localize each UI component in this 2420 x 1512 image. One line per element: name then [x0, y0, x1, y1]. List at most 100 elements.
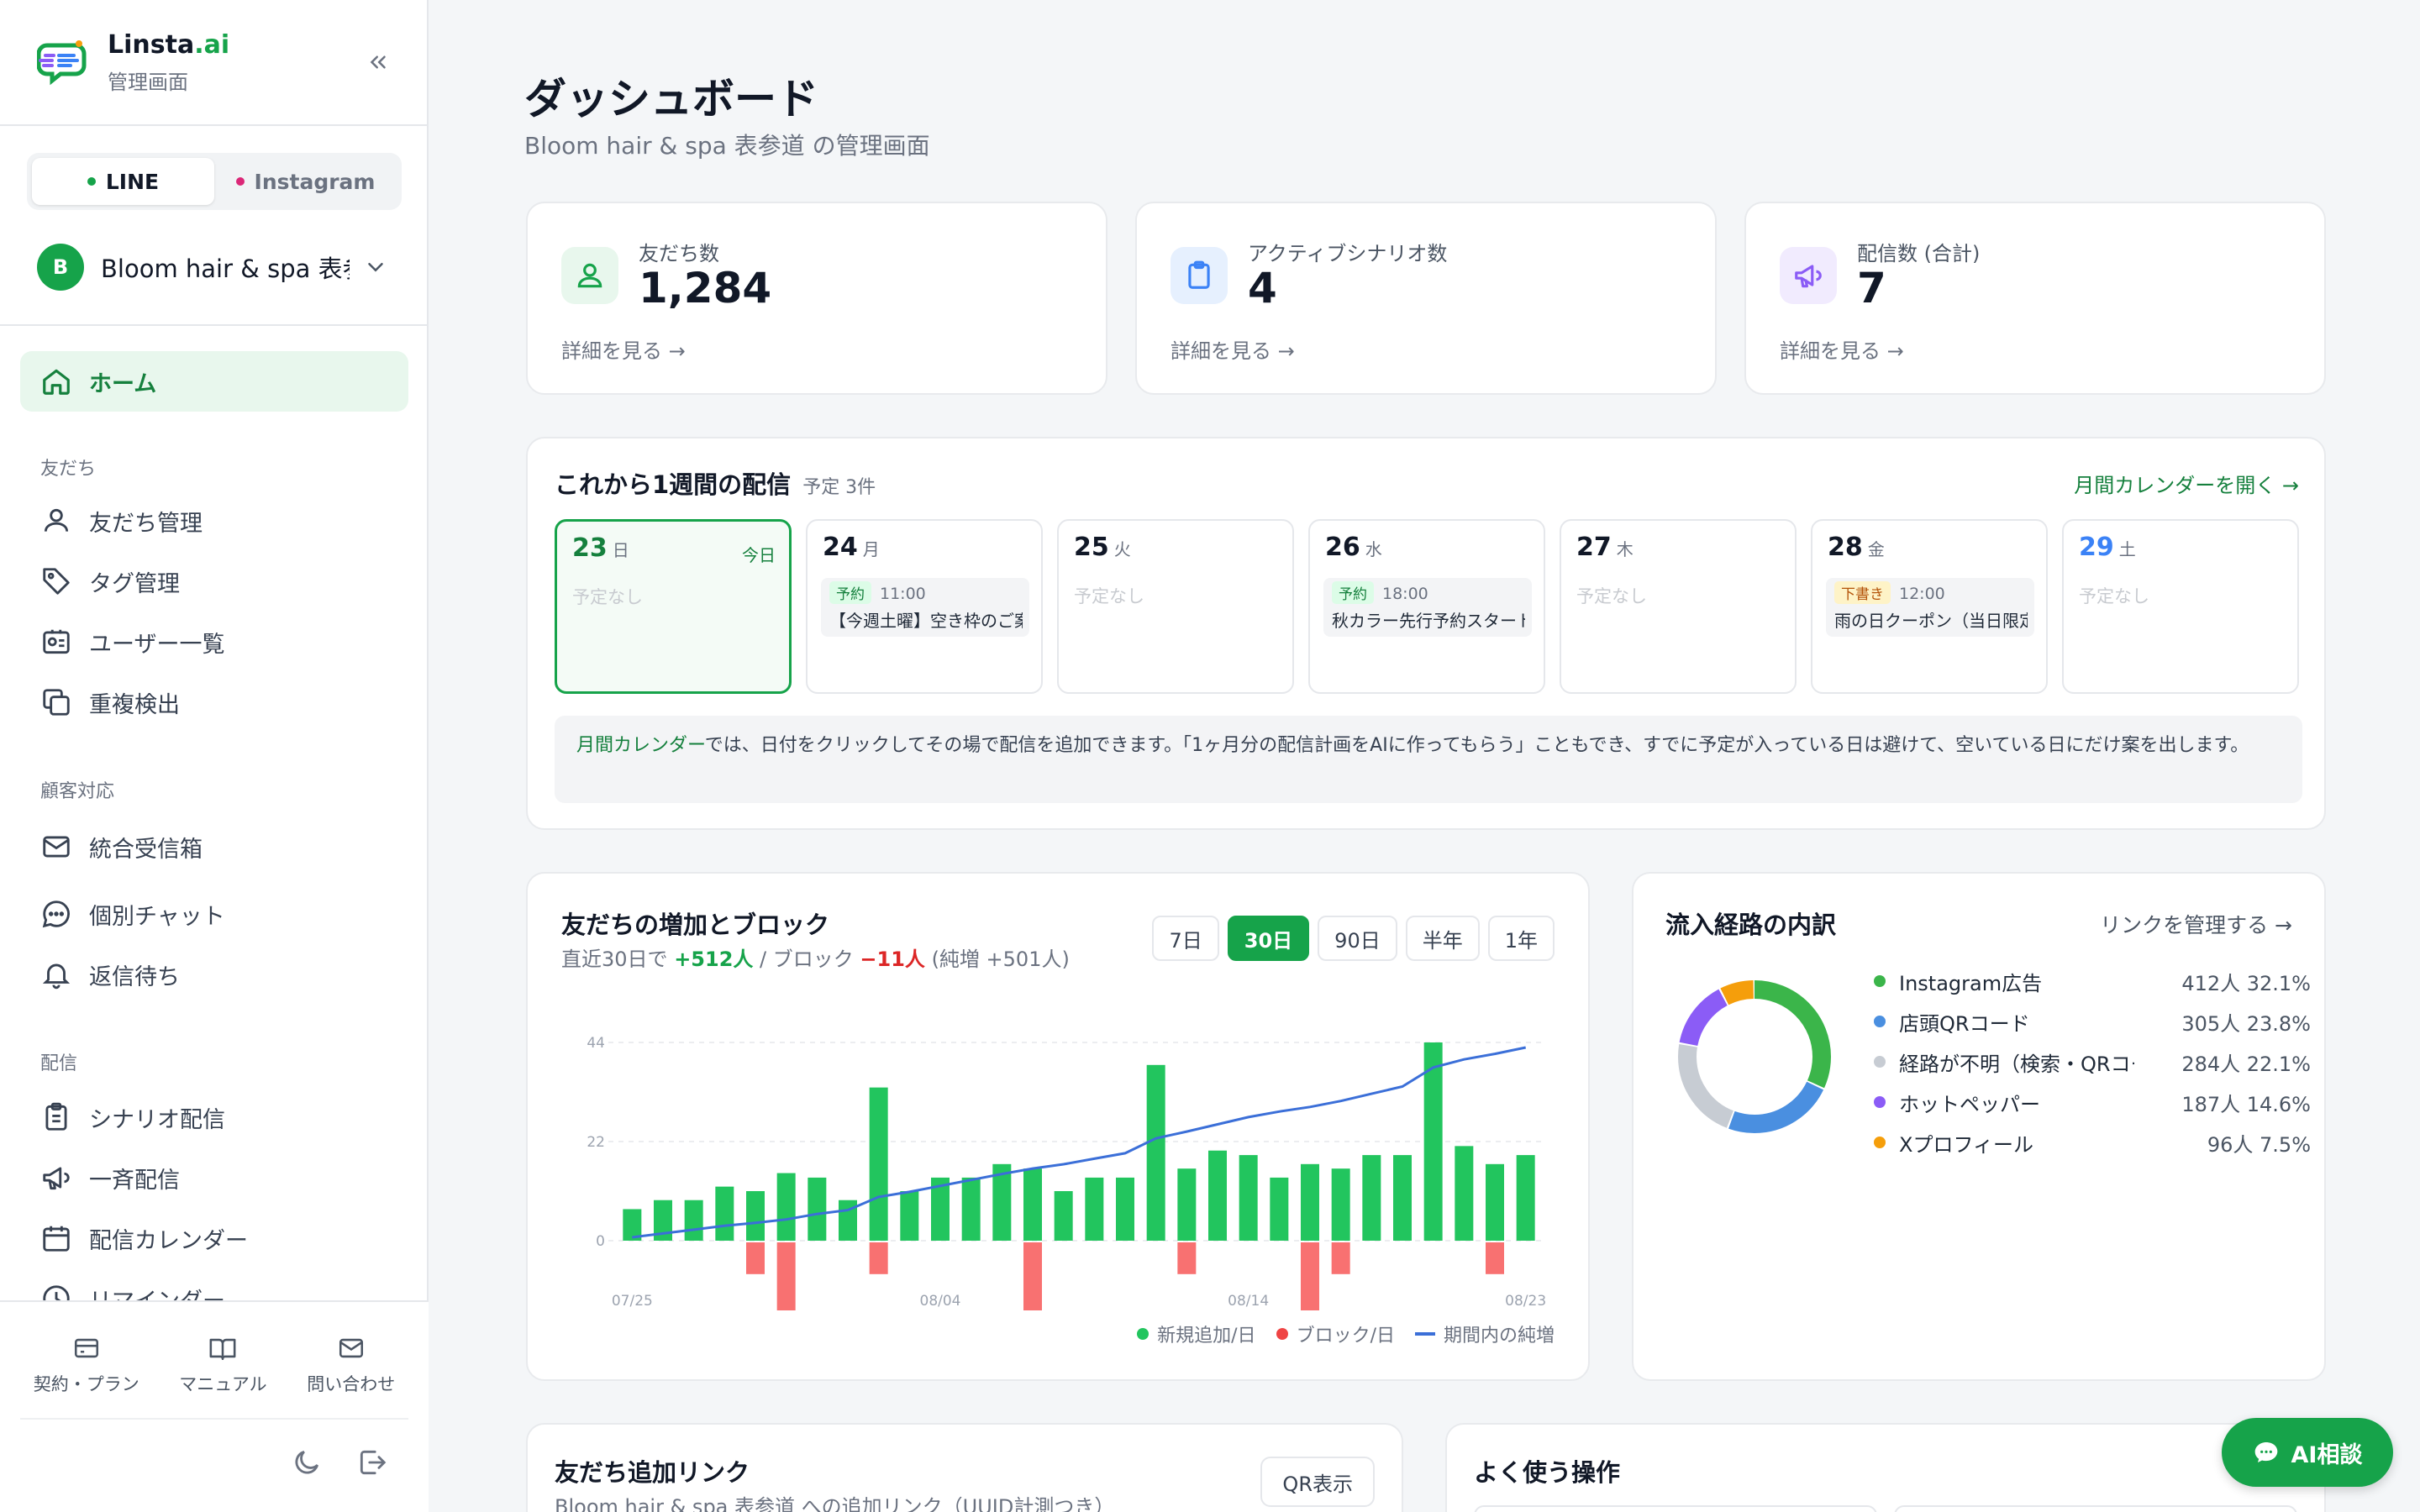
source-name: 店頭QRコード — [1899, 1011, 2030, 1036]
legend-added: 新規追加/日 — [1137, 1320, 1256, 1347]
scheduled-event[interactable]: 下書き 12:00 雨の日クーポン（当日限定） — [1826, 578, 2034, 637]
contract-plan-link[interactable]: 契約・プラン — [34, 1334, 139, 1410]
source-row: 店頭QRコード 305人 23.8% — [1874, 1001, 2311, 1042]
added-bar — [1301, 1163, 1319, 1241]
nav-waiting[interactable]: 返信待ち — [20, 944, 408, 1005]
nav-scenario[interactable]: シナリオ配信 — [20, 1087, 408, 1147]
megaphone-icon — [1795, 265, 1822, 288]
channel-line-tab[interactable]: LINE — [32, 158, 214, 205]
event-time: 12:00 — [1899, 585, 1945, 603]
nav-chat[interactable]: 個別チャット — [20, 884, 408, 944]
source-value: 305人 23.8% — [2181, 1011, 2311, 1036]
today-label: 今日 — [742, 545, 776, 565]
range-30d-button[interactable]: 30日 — [1227, 916, 1310, 961]
day-cell[interactable]: 23 日 今日予定なし — [555, 519, 792, 694]
friend-links-title: 友だち追加リンク — [555, 1458, 750, 1487]
event-title: 雨の日クーポン（当日限定） — [1834, 611, 2028, 631]
linsta-logo-icon — [37, 40, 87, 86]
scheduled-event[interactable]: 予約 18:00 秋カラー先行予約スタート — [1323, 578, 1532, 637]
added-bar — [776, 1173, 796, 1241]
sources-list: Instagram広告 412人 32.1% 店頭QRコード 305人 23.8% 経路… — [1874, 961, 2311, 1163]
event-status-badge: 予約 — [1332, 581, 1374, 604]
blocked-bar — [746, 1242, 765, 1274]
nav-tag-manage[interactable]: タグ管理 — [20, 551, 408, 612]
net-growth-line — [632, 1046, 1527, 1239]
day-number: 27 木 — [1576, 533, 1634, 562]
nav-home[interactable]: ホーム — [20, 351, 408, 412]
nav-reminder[interactable]: リマインダー — [20, 1268, 408, 1300]
manage-links-link[interactable]: リンクを管理する → — [2100, 909, 2292, 939]
nav-calendar[interactable]: 配信カレンダー — [20, 1208, 408, 1268]
week-title: これから1週間の配信 予定 3件 — [555, 470, 876, 499]
added-bar — [1455, 1146, 1474, 1241]
channel-toggle: LINE Instagram — [27, 153, 402, 210]
account-selector[interactable]: B Bloom hair & spa 表参道 — [37, 242, 398, 292]
manual-link[interactable]: マニュアル — [179, 1334, 267, 1410]
quick-op-item[interactable] — [1474, 1505, 1877, 1512]
moon-icon[interactable] — [291, 1446, 323, 1478]
source-value: 412人 32.1% — [2181, 971, 2311, 995]
book-open-icon — [210, 1338, 236, 1361]
calendar-info-link[interactable]: 月間カレンダー — [576, 735, 705, 756]
mail-icon — [339, 1338, 363, 1358]
y-tick-label: 44 — [587, 1035, 605, 1052]
range-90d-button[interactable]: 90日 — [1318, 916, 1397, 961]
stat-detail-link[interactable]: 詳細を見る → — [561, 334, 686, 364]
friend-links-subtitle: Bloom hair & spa 表参道 への追加リンク（UUID計測つき） — [555, 1495, 1115, 1512]
legend-net: 期間内の純増 — [1414, 1320, 1555, 1347]
quick-op-item[interactable] — [1894, 1505, 2297, 1512]
nav-inbox[interactable]: 統合受信箱 — [20, 816, 408, 877]
day-cell[interactable]: 27 木予定なし — [1560, 519, 1797, 694]
no-event-label: 予定なし — [572, 587, 643, 607]
stat-card-deliveries: 配信数 (合計) 7 詳細を見る → — [1744, 202, 2326, 395]
range-buttons: 7日 30日 90日 半年 1年 — [1152, 916, 1555, 961]
brand[interactable]: Linsta.ai 管理画面 — [37, 30, 398, 97]
contact-link[interactable]: 問い合わせ — [307, 1334, 395, 1410]
ai-consult-button[interactable]: AI相談 — [2222, 1418, 2393, 1487]
growth-blocked: −11人 — [860, 948, 925, 971]
stat-label: アクティブシナリオ数 — [1248, 242, 1448, 265]
added-bar — [1239, 1155, 1258, 1241]
day-cell[interactable]: 26 水予約 18:00 秋カラー先行予約スタート — [1308, 519, 1545, 694]
chat-bubble-icon — [42, 900, 70, 928]
sources-donut-chart — [1678, 980, 1831, 1133]
day-cell[interactable]: 28金下書き 12:00 雨の日クーポン（当日限定） — [1811, 519, 2048, 694]
collapse-sidebar-button[interactable] — [358, 42, 398, 82]
source-swatch — [1874, 975, 1886, 987]
event-status-badge: 下書き — [1834, 581, 1891, 604]
day-cell[interactable]: 29 土予定なし — [2062, 519, 2299, 694]
stat-detail-link[interactable]: 詳細を見る → — [1780, 334, 1904, 364]
home-icon — [43, 369, 70, 395]
added-bar — [900, 1191, 919, 1241]
nav-friend-manage[interactable]: 友だち管理 — [20, 491, 408, 551]
growth-title: 友だちの増加とブロック — [561, 911, 830, 939]
channel-instagram-tab[interactable]: Instagram — [214, 158, 397, 205]
added-bar — [1393, 1155, 1412, 1241]
range-half-year-button[interactable]: 半年 — [1405, 916, 1480, 961]
scheduled-event[interactable]: 予約 11:00 【今週土曜】空き枠のご案内 — [821, 578, 1029, 637]
range-1y-button[interactable]: 1年 — [1487, 916, 1555, 961]
day-cell[interactable]: 25 火予定なし — [1057, 519, 1294, 694]
tag-icon — [43, 568, 70, 595]
friend-links-card: 友だち追加リンク Bloom hair & spa 表参道 への追加リンク（UU… — [526, 1423, 1403, 1512]
blocked-bar — [869, 1242, 888, 1274]
stat-card-scenarios: アクティブシナリオ数 4 詳細を見る → — [1135, 202, 1717, 395]
qr-display-button[interactable]: QR表示 — [1260, 1457, 1375, 1507]
chart-legend: 新規追加/日 ブロック/日 期間内の純増 — [1137, 1320, 1555, 1347]
account-avatar: B — [37, 244, 84, 291]
source-swatch — [1874, 1016, 1886, 1027]
stat-detail-link[interactable]: 詳細を見る → — [1171, 334, 1295, 364]
nav-user-list[interactable]: ユーザー一覧 — [20, 612, 408, 672]
week-meta: 予定 3件 — [802, 477, 876, 498]
chevron-down-icon — [368, 263, 383, 272]
account-name: Bloom hair & spa 表参道 — [101, 255, 350, 283]
logout-icon[interactable] — [356, 1446, 388, 1478]
day-number: 23 日 — [572, 533, 629, 563]
nav-duplicate[interactable]: 重複検出 — [20, 672, 408, 732]
nav-broadcast[interactable]: 一斉配信 — [20, 1147, 408, 1208]
legend-blocked: ブロック/日 — [1276, 1320, 1395, 1347]
open-calendar-link[interactable]: 月間カレンダーを開く → — [2074, 469, 2299, 498]
event-time: 18:00 — [1382, 585, 1428, 603]
day-cell[interactable]: 24月予約 11:00 【今週土曜】空き枠のご案内 — [806, 519, 1043, 694]
range-7d-button[interactable]: 7日 — [1152, 916, 1219, 961]
